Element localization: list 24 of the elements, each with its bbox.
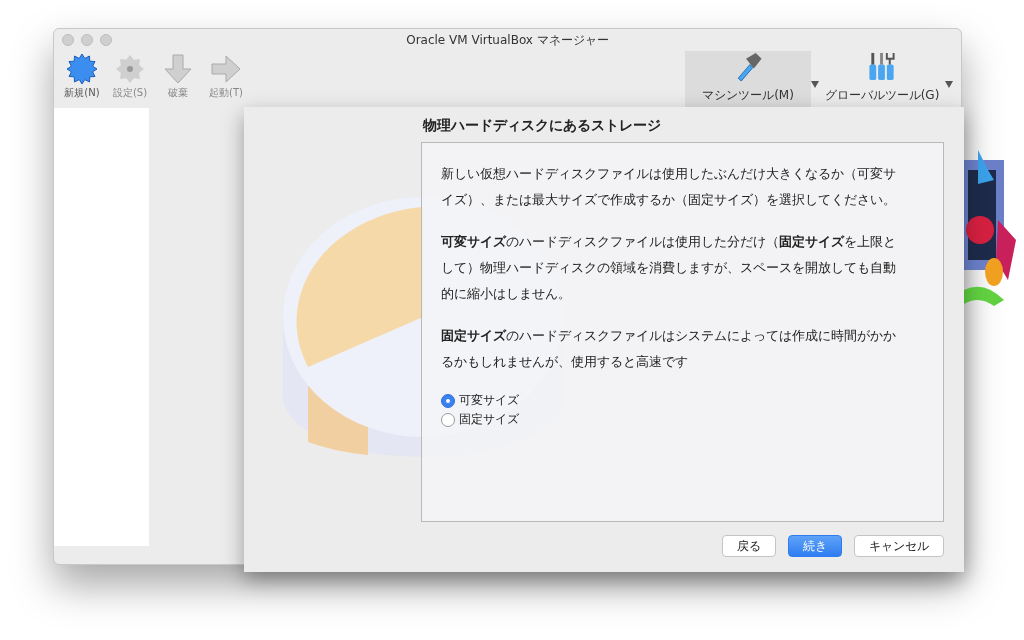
gear-icon <box>114 53 146 85</box>
radio-button[interactable] <box>441 412 455 427</box>
dialog-button[interactable]: 戻る <box>722 535 776 557</box>
paragraph: 新しい仮想ハードディスクファイルは使用したぶんだけ大きくなるか（可変サイズ）、または最大サイズで作成するか（固定サイズ）を選択してください。 <box>441 165 897 209</box>
paragraph: 可変サイズのハードディスクファイルは使用した分だけ（固定サイズを上限として）物理ハードディスクの領域を消費しますが、スペースを開放しても自動的に縮小はしません。 <box>441 233 897 303</box>
starburst-icon <box>66 53 98 85</box>
window-title: Oracle VM VirtualBox マネージャー <box>406 32 609 49</box>
paragraph: 固定サイズのハードディスクファイルはシステムによっては作成に時間がかかるかもしれませんが、使用すると高速です <box>441 327 897 371</box>
tool-tab[interactable]: マシンツール(M) <box>685 51 811 108</box>
dropdown-caret-icon[interactable] <box>945 81 953 88</box>
radio-button[interactable] <box>441 393 455 408</box>
close-button[interactable] <box>62 34 74 46</box>
minimize-button[interactable] <box>81 34 93 46</box>
radio-label: 可変サイズ <box>459 392 519 409</box>
tools-icon <box>866 51 898 82</box>
radio-label: 固定サイズ <box>459 411 519 428</box>
down-arrow-icon <box>162 53 194 85</box>
dialog-title: 物理ハードディスクにあるストレージ <box>423 116 662 135</box>
zoom-button[interactable] <box>100 34 112 46</box>
tool-tab[interactable]: グローバルツール(G) <box>819 51 945 108</box>
dropdown-caret-icon[interactable] <box>811 81 819 88</box>
right-arrow-icon <box>210 53 242 85</box>
toolbar-button[interactable]: 新規(N) <box>58 51 106 100</box>
dialog-button[interactable]: キャンセル <box>854 535 944 557</box>
